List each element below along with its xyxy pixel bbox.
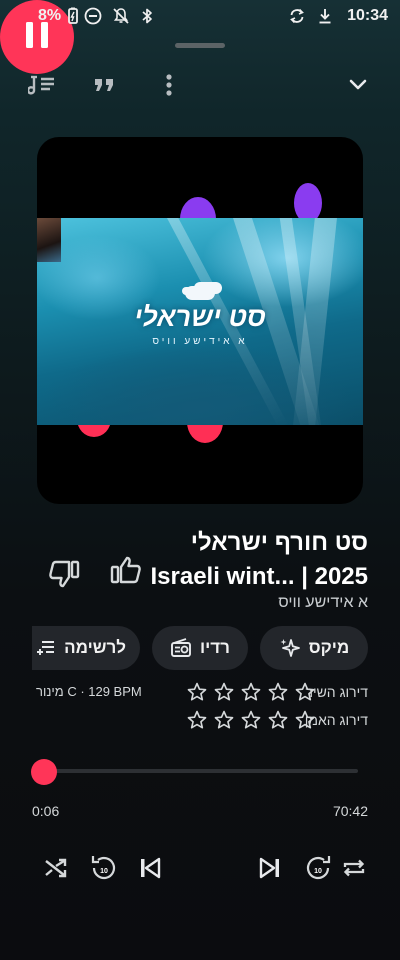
star-4[interactable] [267,681,289,708]
rewind-seconds: 10 [100,868,108,875]
mix-chip-label: מיקס [308,638,350,657]
previous-track-button[interactable] [132,852,168,888]
forward-10-icon: 10 [303,853,333,888]
next-track-button[interactable] [252,852,288,888]
chevron-down-icon [348,78,368,92]
star-3[interactable] [240,681,262,708]
track-title-line1: סט חורף ישראלי [190,529,368,556]
dnd-icon [84,7,102,25]
star-1[interactable] [186,709,208,736]
queue-button[interactable] [27,70,57,100]
lyrics-quote-icon [93,75,117,95]
shuffle-icon [43,856,69,885]
more-options-button[interactable] [154,70,184,100]
download-icon [316,7,334,25]
collapse-button[interactable] [343,70,373,100]
sparkle-icon [279,637,301,659]
skip-next-icon [258,856,282,885]
artist-rating-stars[interactable] [186,709,316,736]
star-4[interactable] [267,709,289,736]
rewind-10-icon: 10 [89,853,119,888]
forward-seconds: 10 [314,868,322,875]
playlist-add-icon [36,639,56,657]
channel-avatar [37,218,61,262]
mix-chip[interactable]: מיקס [260,626,368,670]
radio-chip-label: רדיו [200,638,230,657]
song-rating-stars[interactable] [186,681,316,708]
queue-icon [28,73,56,97]
thumbs-down-icon [48,559,80,594]
star-5[interactable] [294,681,316,708]
elapsed-time: 0:06 [32,803,60,819]
add-to-playlist-chip[interactable]: לרשימה [32,626,140,670]
notifications-off-icon [112,7,130,25]
visualizer-blob [294,183,322,223]
more-vert-icon [165,73,173,97]
total-duration: 70:42 [332,803,368,819]
repeat-button[interactable] [336,852,372,888]
status-bar: 8% 10:34 [0,0,400,32]
radio-chip[interactable]: רדיו [152,626,248,670]
repeat-icon [341,856,367,885]
drag-handle[interactable] [175,43,225,48]
seek-bar[interactable] [44,769,358,773]
album-artwork[interactable]: סט ישראלי א אידישע וויס [37,137,363,504]
skip-previous-icon [138,856,162,885]
forward-10-button[interactable]: 10 [300,852,336,888]
star-3[interactable] [240,709,262,736]
battery-icon [64,7,82,25]
cloud-logo [185,286,215,300]
star-5[interactable] [294,709,316,736]
like-button[interactable] [108,554,144,590]
bluetooth-icon [138,7,156,25]
sync-icon [288,7,306,25]
rewind-10-button[interactable]: 10 [86,852,122,888]
lyrics-button[interactable] [90,70,120,100]
shuffle-button[interactable] [38,852,74,888]
battery-percentage: 8% [38,7,62,24]
thumbs-up-icon [110,555,142,590]
star-2[interactable] [213,709,235,736]
key-bpm-info: C · 129 BPM מינור [36,684,142,699]
artwork-title: סט ישראלי [134,302,266,332]
star-1[interactable] [186,681,208,708]
radio-icon [170,638,192,658]
clock: 10:34 [347,7,388,24]
artwork-subtitle: א אידישע וויס [152,336,248,347]
star-2[interactable] [213,681,235,708]
playlist-chip-label: לרשימה [64,638,126,657]
dislike-button[interactable] [46,558,82,594]
track-title-line2: Israeli wint... | 2025 [150,563,369,590]
seek-thumb[interactable] [31,759,58,785]
thumbnail-image: סט ישראלי א אידישע וויס [37,218,363,425]
artist-name[interactable]: א אידישע וויס [278,594,368,612]
